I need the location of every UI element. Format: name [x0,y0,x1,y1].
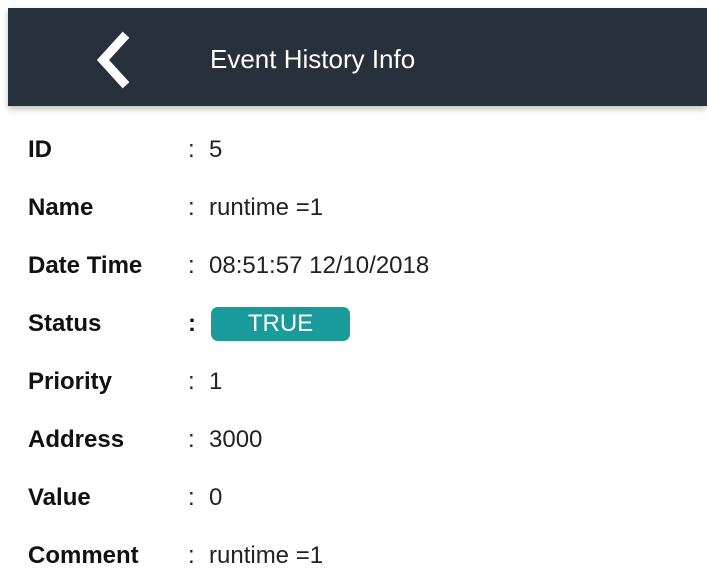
status-bar-gap [0,0,707,8]
field-label: Address [28,426,125,453]
field-separator: : [188,136,195,163]
field-row-address: Address : 3000 [0,420,707,460]
field-value: 08:51:57 12/10/2018 [209,252,430,279]
field-separator: : [188,426,195,453]
field-row-id: ID : 5 [0,130,707,170]
field-value: 0 [209,484,223,511]
field-value: 5 [209,136,223,163]
field-row-date-time: Date Time : 08:51:57 12/10/2018 [0,246,707,286]
field-label: Priority [28,368,113,395]
field-label: Comment [28,542,139,568]
field-row-status: Status : TRUE [0,304,707,344]
field-separator: : [188,252,195,279]
page-title: Event History Info [210,44,416,74]
status-badge: TRUE [211,307,350,341]
field-separator: : [188,484,195,511]
back-button[interactable] [84,30,144,90]
field-value: 3000 [209,426,263,453]
app-bar: Event History Info [8,8,707,106]
field-separator: : [188,310,196,337]
field-separator: : [188,368,195,395]
field-row-value: Value : 0 [0,478,707,518]
field-value: runtime =1 [209,194,324,221]
field-label: ID [28,136,52,163]
field-value: runtime =1 [209,542,324,568]
field-row-priority: Priority : 1 [0,362,707,402]
field-label: Date Time [28,252,143,279]
field-value: 1 [209,368,223,395]
field-row-name: Name : runtime =1 [0,188,707,228]
field-separator: : [188,542,195,568]
field-label: Value [28,484,91,511]
field-separator: : [188,194,195,221]
field-label: Name [28,194,94,221]
field-label: Status [28,310,102,337]
field-row-comment: Comment : runtime =1 [0,536,707,568]
screen: Event History Info ID : 5 Name : runtime… [0,0,707,568]
chevron-left-icon [96,31,130,89]
